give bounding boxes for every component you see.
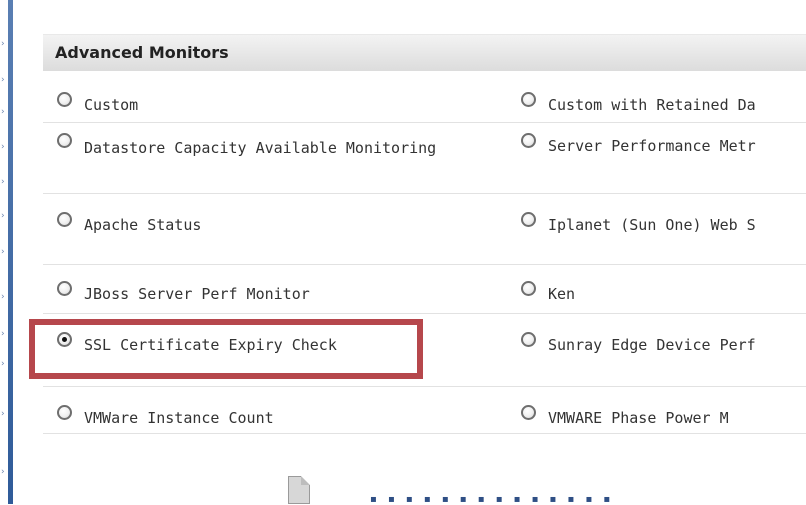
left-nav-rail: › › › › › › › › › › › › bbox=[0, 0, 14, 504]
radio-button-icon[interactable] bbox=[521, 405, 536, 420]
radio-button-icon[interactable] bbox=[57, 92, 72, 107]
document-icon bbox=[288, 476, 310, 504]
monitor-row: Custom Custom with Retained Da bbox=[43, 84, 806, 123]
radio-button-icon[interactable] bbox=[57, 405, 72, 420]
monitor-row: Apache Status Iplanet (Sun One) Web S bbox=[43, 194, 806, 265]
monitor-row: JBoss Server Perf Monitor Ken bbox=[43, 265, 806, 314]
monitor-row: Datastore Capacity Available Monitoring … bbox=[43, 123, 806, 194]
radio-option-custom[interactable]: Custom bbox=[57, 92, 138, 114]
rail-arrow-icon: › bbox=[1, 211, 5, 221]
partial-bottom-link-icon: ▪ ▪ ▪ ▪ ▪ ▪ ▪ ▪ ▪ ▪ ▪ ▪ ▪ ▪ bbox=[370, 494, 615, 505]
radio-option-datastore[interactable]: Datastore Capacity Available Monitoring bbox=[57, 133, 444, 159]
radio-option-apache[interactable]: Apache Status bbox=[57, 212, 201, 234]
rail-arrow-icon: › bbox=[1, 107, 5, 117]
radio-option-sunray[interactable]: Sunray Edge Device Perf bbox=[521, 332, 756, 354]
panel-title: Advanced Monitors bbox=[43, 34, 806, 71]
rail-arrow-icon: › bbox=[1, 142, 5, 152]
radio-button-icon[interactable] bbox=[521, 133, 536, 148]
rail-arrow-icon: › bbox=[1, 177, 5, 187]
rail-arrow-icon: › bbox=[1, 329, 5, 339]
radio-button-icon[interactable] bbox=[57, 133, 72, 148]
rail-arrow-icon: › bbox=[1, 467, 5, 477]
radio-option-vmware-phase[interactable]: VMWARE Phase Power M bbox=[521, 405, 729, 427]
radio-option-server-performance[interactable]: Server Performance Metr bbox=[521, 133, 756, 155]
radio-button-icon[interactable] bbox=[521, 212, 536, 227]
rail-arrow-icon: › bbox=[1, 409, 5, 419]
rail-arrow-icon: › bbox=[1, 75, 5, 85]
radio-button-icon[interactable] bbox=[521, 281, 536, 296]
selection-highlight-box bbox=[29, 319, 423, 379]
rail-arrow-icon: › bbox=[1, 292, 5, 302]
radio-button-icon[interactable] bbox=[521, 92, 536, 107]
left-rail-bar bbox=[8, 0, 13, 504]
radio-option-custom-retained[interactable]: Custom with Retained Da bbox=[521, 92, 756, 114]
radio-button-icon[interactable] bbox=[57, 281, 72, 296]
radio-option-iplanet[interactable]: Iplanet (Sun One) Web S bbox=[521, 212, 756, 234]
rail-arrow-icon: › bbox=[1, 247, 5, 257]
rail-arrow-icon: › bbox=[1, 39, 5, 49]
radio-option-ken[interactable]: Ken bbox=[521, 281, 575, 303]
monitor-row: VMWare Instance Count VMWARE Phase Power… bbox=[43, 387, 806, 434]
radio-button-icon[interactable] bbox=[57, 212, 72, 227]
rail-arrow-icon: › bbox=[1, 359, 5, 369]
radio-option-vmware-instance[interactable]: VMWare Instance Count bbox=[57, 405, 274, 427]
radio-option-jboss[interactable]: JBoss Server Perf Monitor bbox=[57, 281, 310, 303]
radio-button-icon[interactable] bbox=[521, 332, 536, 347]
